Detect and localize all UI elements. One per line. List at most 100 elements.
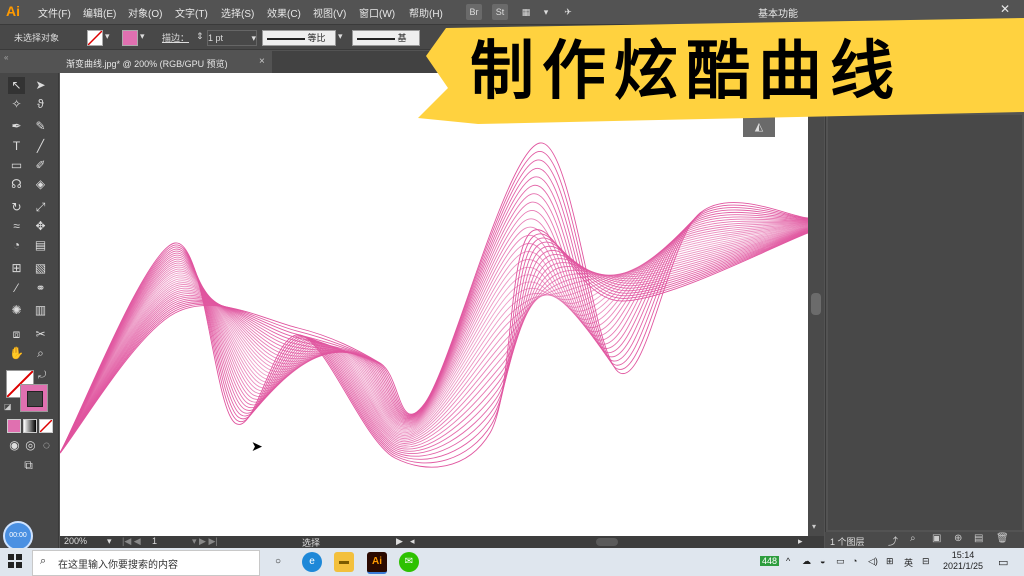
tab-close-icon[interactable]: ×	[259, 56, 265, 67]
menu-type[interactable]: 文字(T)	[175, 5, 208, 20]
blend-curve-line[interactable]	[59, 227, 809, 454]
panel-scroll-down-icon[interactable]: ▾	[812, 522, 816, 531]
illustrator-taskbar-icon[interactable]: Ai	[367, 552, 387, 574]
column-graph-tool-icon[interactable]: ▥	[32, 302, 49, 319]
direct-selection-tool-icon[interactable]: ➤	[32, 77, 49, 94]
swap-colors-icon[interactable]: ⤾	[38, 370, 46, 381]
delete-layer-icon[interactable]: 🗑	[996, 533, 1009, 544]
magic-wand-tool-icon[interactable]: ✧	[8, 96, 25, 113]
menu-edit[interactable]: 编辑(E)	[83, 5, 116, 20]
edge-browser-icon[interactable]: e	[302, 552, 322, 572]
blend-curve-line[interactable]	[59, 210, 809, 454]
puppet-warp-tool-icon[interactable]: ✥	[32, 218, 49, 235]
next-artboard-icon[interactable]: ▾ ▶ ▶|	[192, 536, 218, 547]
stroke-dropdown-icon[interactable]: ▾	[140, 31, 145, 42]
task-view-icon[interactable]: ○	[268, 552, 288, 572]
shaper-tool-icon[interactable]: ☊	[8, 176, 25, 193]
curvature-tool-icon[interactable]: ✎	[32, 118, 49, 135]
clipping-mask-icon[interactable]: ▣	[932, 533, 941, 544]
stroke-color-box[interactable]	[20, 384, 48, 412]
new-sublayer-icon[interactable]: ⊕	[954, 533, 962, 544]
tray-expand-icon[interactable]: ^	[786, 556, 790, 566]
scroll-right-icon[interactable]: ▸	[798, 536, 803, 547]
collapse-panel-icon[interactable]: «	[4, 53, 8, 62]
eraser-tool-icon[interactable]: ◈	[32, 176, 49, 193]
blend-curve-line[interactable]	[59, 226, 809, 454]
artboard-tool-icon[interactable]: ⧈	[8, 326, 25, 343]
draw-behind-icon[interactable]: ◎	[22, 437, 39, 454]
scroll-left-icon[interactable]: ◂	[410, 536, 415, 547]
blend-curve-line[interactable]	[59, 231, 809, 457]
file-explorer-icon[interactable]: ▬	[334, 552, 354, 572]
screen-mode-icon[interactable]: ⧉	[20, 457, 37, 474]
mesh-tool-icon[interactable]: ⊞	[8, 260, 25, 277]
battery-indicator[interactable]: 448	[760, 556, 780, 566]
scale-tool-icon[interactable]: ⤢	[32, 199, 49, 216]
rectangle-tool-icon[interactable]: ▭	[8, 157, 25, 174]
menu-effect[interactable]: 效果(C)	[267, 5, 301, 20]
vertical-scroll-thumb[interactable]	[811, 293, 821, 315]
cloud-icon[interactable]: ☁	[802, 556, 811, 567]
menu-view[interactable]: 视图(V)	[313, 5, 346, 20]
blend-curve-line[interactable]	[59, 193, 809, 454]
blend-curve-line[interactable]	[59, 225, 809, 454]
taskbar-clock[interactable]: 15:14 2021/1/25	[938, 550, 988, 572]
fill-dropdown-icon[interactable]: ▾	[105, 31, 110, 42]
horizontal-scroll-thumb[interactable]	[596, 538, 618, 546]
brush-definition[interactable]: 基	[352, 30, 420, 46]
notification-icon[interactable]: ▭	[998, 556, 1008, 569]
blend-curve-line[interactable]	[59, 224, 809, 454]
blend-curve-line[interactable]	[59, 229, 809, 454]
lasso-tool-icon[interactable]: ϑ	[32, 96, 49, 113]
input-language[interactable]: 英	[904, 556, 913, 569]
zoom-level[interactable]: 200%	[64, 536, 87, 546]
blend-curve-line[interactable]	[59, 229, 809, 454]
layers-list[interactable]	[828, 115, 1022, 530]
pen-tool-icon[interactable]: ✒	[8, 118, 25, 135]
width-tool-icon[interactable]: ≈	[8, 218, 25, 235]
export-icon[interactable]: ⤴	[888, 533, 898, 548]
eyedropper-tool-icon[interactable]: ⁄	[8, 280, 25, 297]
default-colors-icon[interactable]: ◪	[4, 402, 12, 411]
locate-object-icon[interactable]: ⌕	[910, 533, 916, 544]
first-artboard-icon[interactable]: |◀ ◀	[122, 536, 141, 547]
stroke-weight-field[interactable]: 1 pt ▾	[207, 30, 257, 46]
stroke-swatch[interactable]	[122, 30, 138, 46]
draw-mode-icon[interactable]: ◉	[6, 437, 23, 454]
zoom-tool-icon[interactable]: ⌕	[32, 345, 49, 362]
blend-tool-icon[interactable]: ⚭	[32, 280, 49, 297]
stroke-label[interactable]: 描边：	[162, 31, 189, 44]
volume-icon[interactable]: ◁)	[868, 556, 878, 567]
draw-inside-icon[interactable]: ◌	[38, 437, 55, 454]
new-layer-icon[interactable]: ▤	[974, 533, 983, 544]
menu-select[interactable]: 选择(S)	[221, 5, 254, 20]
menu-file[interactable]: 文件(F)	[38, 5, 71, 20]
close-window-icon[interactable]: ✕	[1000, 2, 1010, 16]
artboard[interactable]	[59, 73, 809, 536]
stroke-stepper-icon[interactable]: ⇕	[196, 31, 204, 42]
status-menu-icon[interactable]: ▶	[396, 536, 403, 547]
zoom-dropdown-icon[interactable]: ▾	[107, 536, 112, 547]
symbol-sprayer-tool-icon[interactable]: ✺	[8, 302, 25, 319]
none-mode-icon[interactable]	[39, 419, 53, 433]
menu-object[interactable]: 对象(O)	[128, 5, 162, 20]
color-mode-icon[interactable]	[7, 419, 21, 433]
type-tool-icon[interactable]: T	[8, 138, 25, 155]
ime-icon[interactable]: ⊞	[886, 556, 894, 567]
tray-app-icon[interactable]: ◒	[820, 556, 825, 566]
perspective-grid-tool-icon[interactable]: ▤	[32, 237, 49, 254]
shape-builder-tool-icon[interactable]: ◔	[8, 237, 25, 254]
fill-swatch[interactable]	[87, 30, 103, 46]
artboard-number[interactable]: 1	[152, 536, 157, 546]
menu-window[interactable]: 窗口(W)	[359, 5, 395, 20]
ime-mode-icon[interactable]: ⊟	[922, 556, 930, 567]
gradient-mode-icon[interactable]	[23, 419, 37, 433]
windows-start-icon[interactable]	[8, 554, 22, 568]
variable-width-profile[interactable]: 等比	[262, 30, 336, 46]
rotate-tool-icon[interactable]: ↻	[8, 199, 25, 216]
blend-curve-line[interactable]	[59, 227, 809, 454]
hand-tool-icon[interactable]: ✋	[8, 345, 25, 362]
slice-tool-icon[interactable]: ✂	[32, 326, 49, 343]
network-icon[interactable]: ▭	[836, 556, 845, 567]
wechat-icon[interactable]: ✉	[399, 552, 419, 572]
